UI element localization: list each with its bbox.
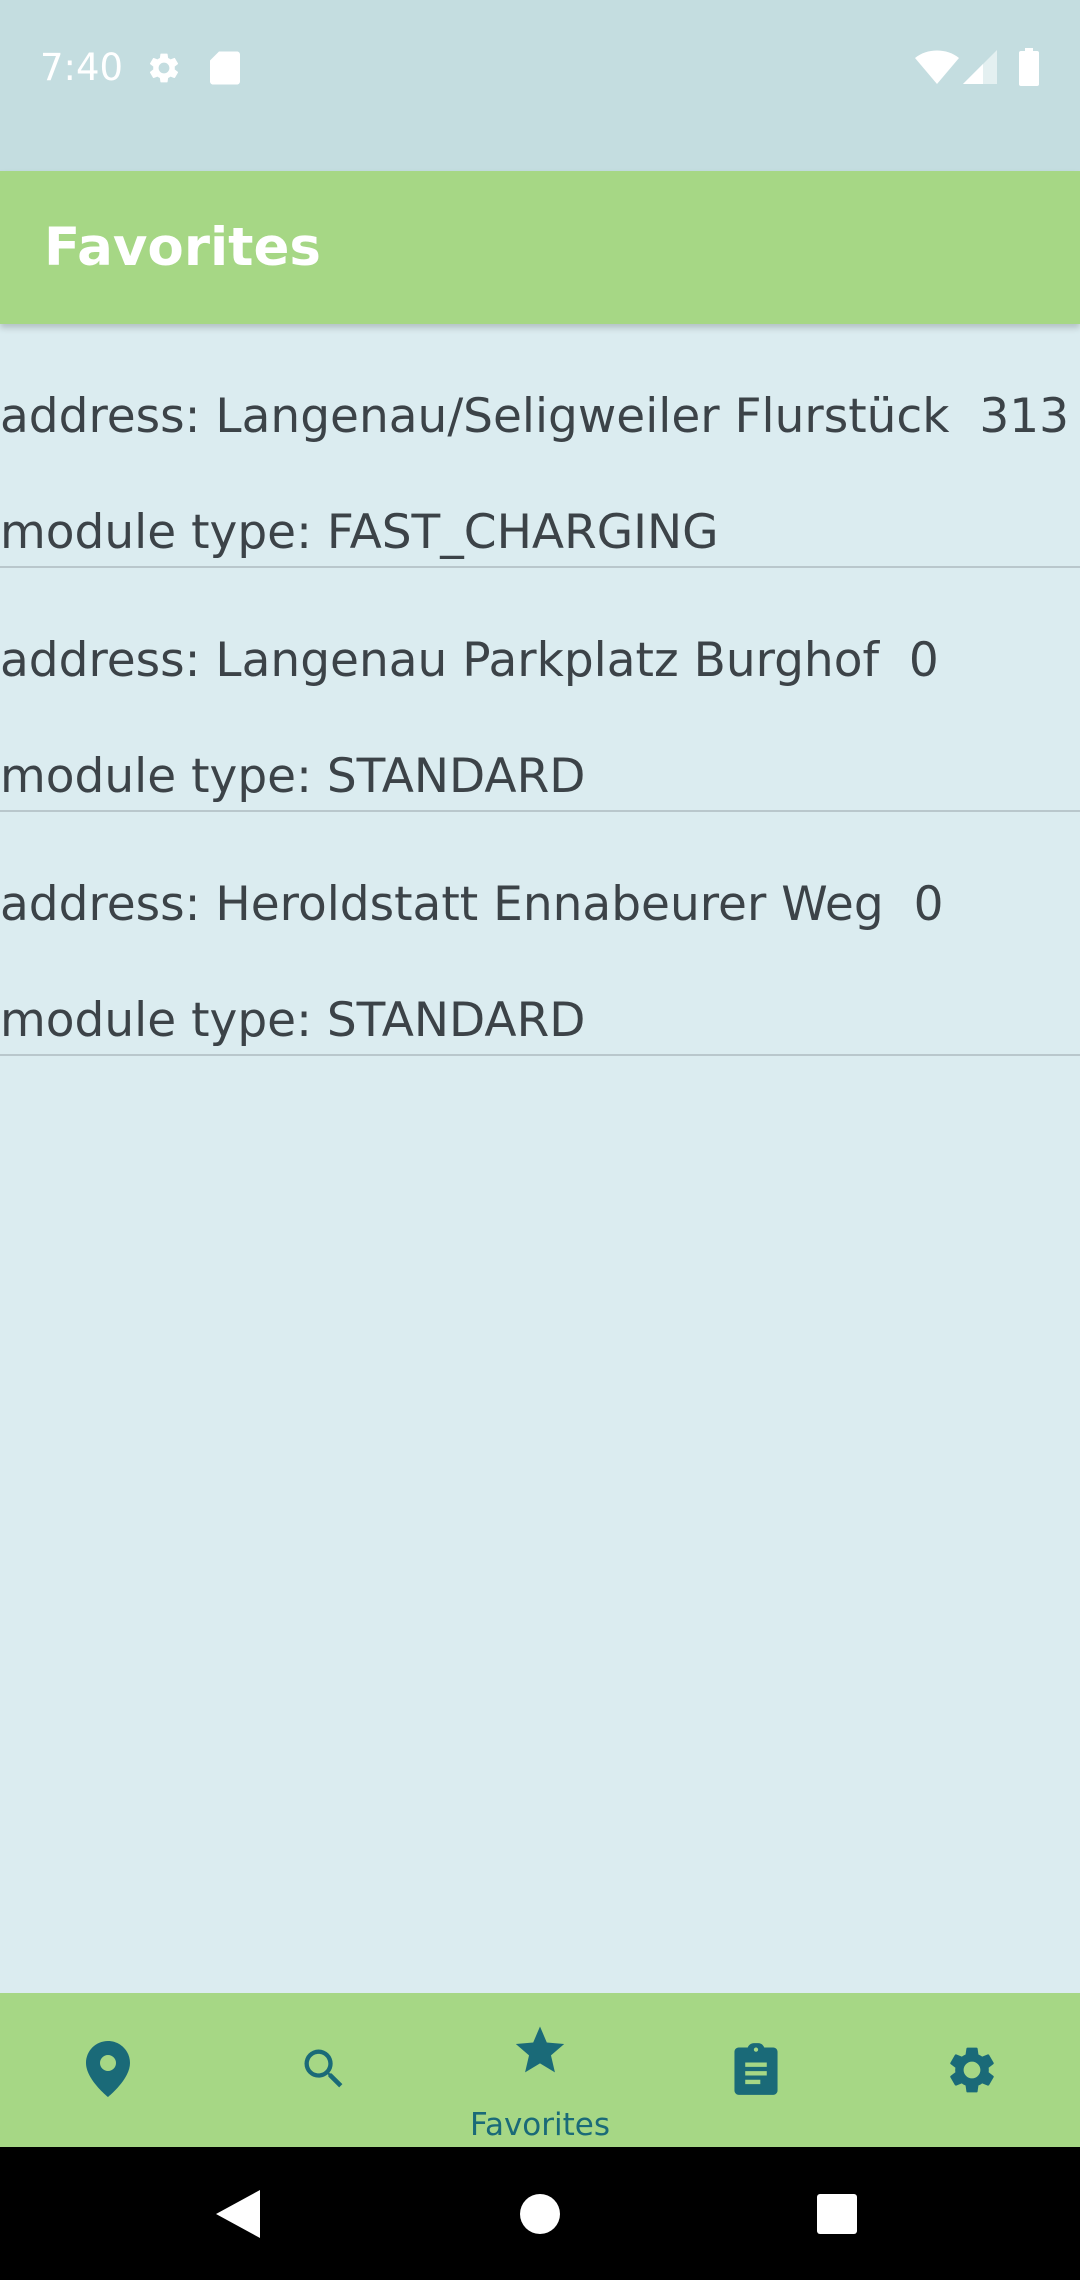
cell-signal-icon [963, 50, 997, 84]
address-text: address: Langenau/Seligweiler Flurstück … [0, 389, 1070, 444]
back-icon[interactable] [216, 2190, 260, 2238]
nav-item-map[interactable] [0, 1993, 216, 2147]
favorites-list: address: Langenau/Seligweiler Flurstück … [0, 324, 1080, 1056]
wifi-icon [915, 50, 959, 84]
gear-icon [149, 53, 179, 83]
sd-card-icon [210, 51, 240, 85]
nav-item-settings[interactable] [864, 1993, 1080, 2147]
clipboard-icon [734, 2043, 778, 2095]
module-type-text: module type: STANDARD [0, 993, 586, 1048]
address-text: address: Langenau Parkplatz Burghof 0 [0, 633, 939, 688]
nav-item-search[interactable] [216, 1993, 432, 2147]
recents-icon[interactable] [817, 2194, 857, 2234]
status-time: 7:40 [40, 46, 124, 89]
app-bar: Favorites [0, 171, 1080, 324]
bottom-navigation: Favorites [0, 1993, 1080, 2147]
nav-item-reports[interactable] [648, 1993, 864, 2147]
gear-icon [950, 2047, 994, 2093]
system-navigation-bar [0, 2147, 1080, 2280]
nav-label-favorites: Favorites [469, 2107, 611, 2143]
battery-icon [1019, 48, 1039, 86]
module-type-text: module type: STANDARD [0, 749, 586, 804]
module-type-text: module type: FAST_CHARGING [0, 505, 719, 560]
home-icon[interactable] [519, 2193, 561, 2235]
list-item[interactable]: address: Langenau Parkplatz Burghof 0 mo… [0, 568, 1080, 812]
star-icon [515, 2026, 565, 2073]
address-text: address: Heroldstatt Ennabeurer Weg 0 [0, 877, 944, 932]
page-title: Favorites [44, 217, 321, 278]
list-item[interactable]: address: Langenau/Seligweiler Flurstück … [0, 324, 1080, 568]
map-pin-icon [86, 2041, 130, 2097]
nav-item-favorites[interactable]: Favorites [432, 1993, 648, 2147]
status-bar: 7:40 [0, 0, 1080, 171]
search-icon [304, 2049, 343, 2088]
list-item[interactable]: address: Heroldstatt Ennabeurer Weg 0 mo… [0, 812, 1080, 1056]
